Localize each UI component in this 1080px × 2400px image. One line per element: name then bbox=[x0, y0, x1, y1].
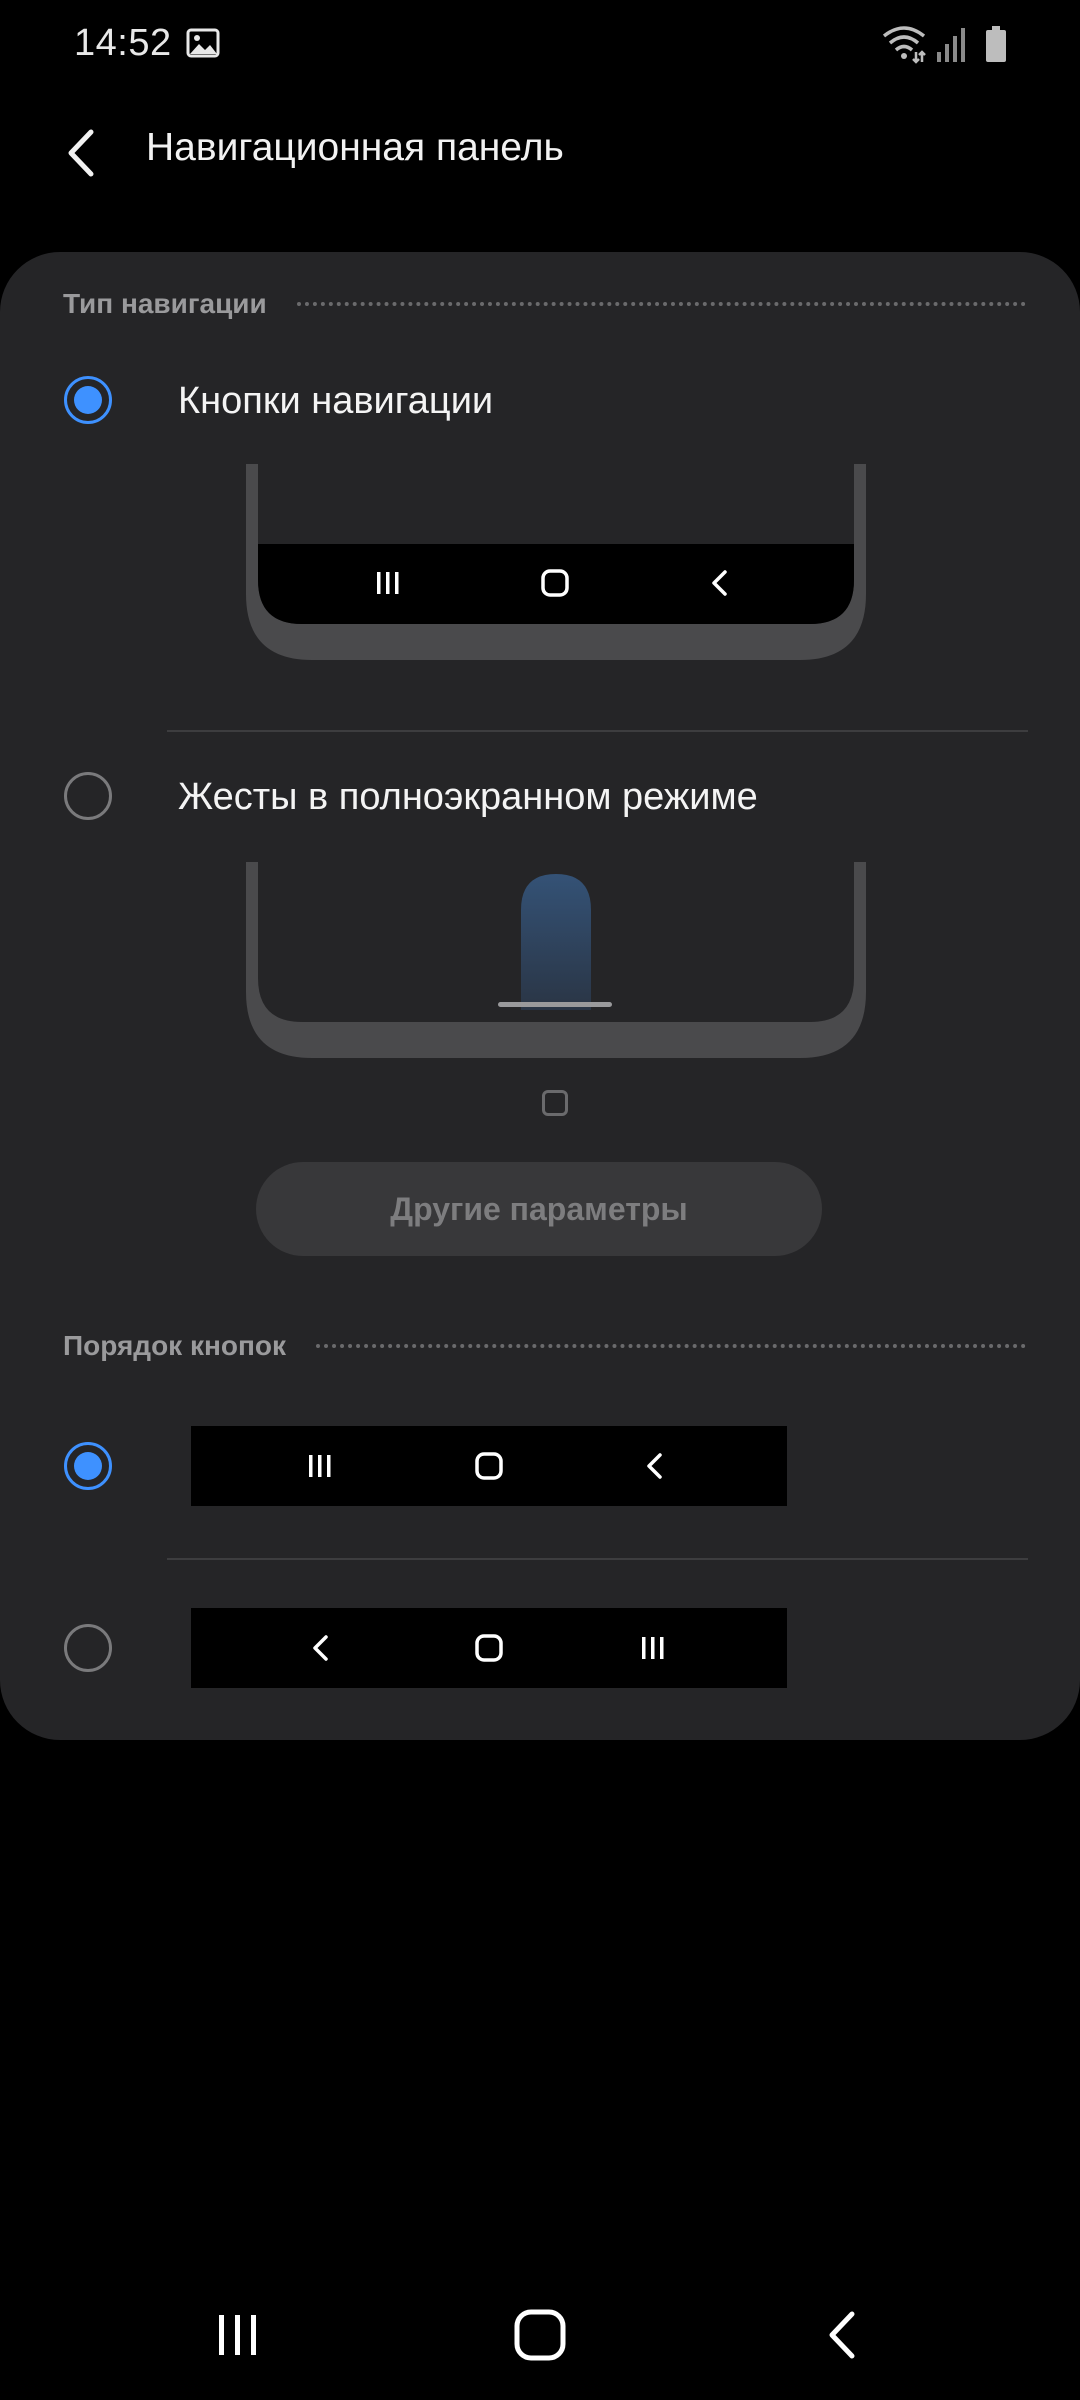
section-dots bbox=[316, 1344, 1026, 1348]
divider bbox=[167, 1558, 1028, 1560]
section-dots bbox=[296, 302, 1026, 306]
recents-icon bbox=[309, 1455, 331, 1477]
other-params-button[interactable]: Другие параметры bbox=[256, 1162, 822, 1256]
recents-icon bbox=[219, 2315, 256, 2355]
system-recents-button[interactable] bbox=[188, 2290, 288, 2380]
wifi-icon bbox=[882, 26, 926, 64]
settings-card: Тип навигации Кнопки навигации Жесты в п… bbox=[0, 252, 1080, 1740]
divider bbox=[167, 730, 1028, 732]
radio-order-back-home-recents[interactable] bbox=[64, 1624, 112, 1672]
page-title: Навигационная панель bbox=[146, 126, 564, 169]
system-navigation-bar bbox=[0, 2270, 1080, 2400]
back-icon bbox=[829, 2311, 855, 2359]
app-bar: Навигационная панель bbox=[0, 100, 1080, 200]
section-header-button-order: Порядок кнопок bbox=[63, 1326, 1026, 1366]
radio-fullscreen-gestures[interactable] bbox=[64, 772, 112, 820]
status-time: 14:52 bbox=[74, 22, 172, 64]
back-icon bbox=[647, 1453, 662, 1479]
section-header-label: Порядок кнопок bbox=[63, 1330, 287, 1361]
section-header-label: Тип навигации bbox=[63, 288, 267, 319]
gesture-hint-checkbox[interactable] bbox=[542, 1090, 568, 1116]
order-preview-recents-home-back[interactable] bbox=[191, 1426, 787, 1506]
gestures-illustration[interactable] bbox=[246, 862, 866, 1072]
home-icon bbox=[475, 1634, 503, 1662]
system-home-button[interactable] bbox=[490, 2290, 590, 2380]
option-label-fullscreen-gestures: Жесты в полноэкранном режиме bbox=[178, 776, 758, 818]
navigation-buttons-illustration[interactable] bbox=[246, 464, 866, 664]
home-icon bbox=[475, 1452, 503, 1480]
back-button[interactable] bbox=[46, 118, 116, 188]
section-header-navigation-type: Тип навигации bbox=[63, 284, 1026, 324]
chevron-left-icon bbox=[68, 129, 94, 177]
battery-icon bbox=[986, 26, 1006, 62]
option-label-navigation-buttons: Кнопки навигации bbox=[178, 380, 494, 422]
recents-icon bbox=[642, 1637, 664, 1659]
system-back-button[interactable] bbox=[792, 2290, 892, 2380]
recents-icon bbox=[377, 572, 399, 594]
signal-icon bbox=[937, 28, 965, 62]
radio-navigation-buttons[interactable] bbox=[64, 376, 112, 424]
gesture-handle bbox=[498, 1002, 612, 1007]
status-bar: 14:52 bbox=[0, 0, 1080, 90]
home-icon bbox=[514, 2309, 566, 2361]
order-preview-back-home-recents[interactable] bbox=[191, 1608, 787, 1688]
radio-order-recents-home-back[interactable] bbox=[64, 1442, 112, 1490]
back-icon bbox=[313, 1635, 328, 1661]
gallery-icon bbox=[186, 28, 220, 58]
swipe-gesture-indicator bbox=[521, 874, 591, 1010]
